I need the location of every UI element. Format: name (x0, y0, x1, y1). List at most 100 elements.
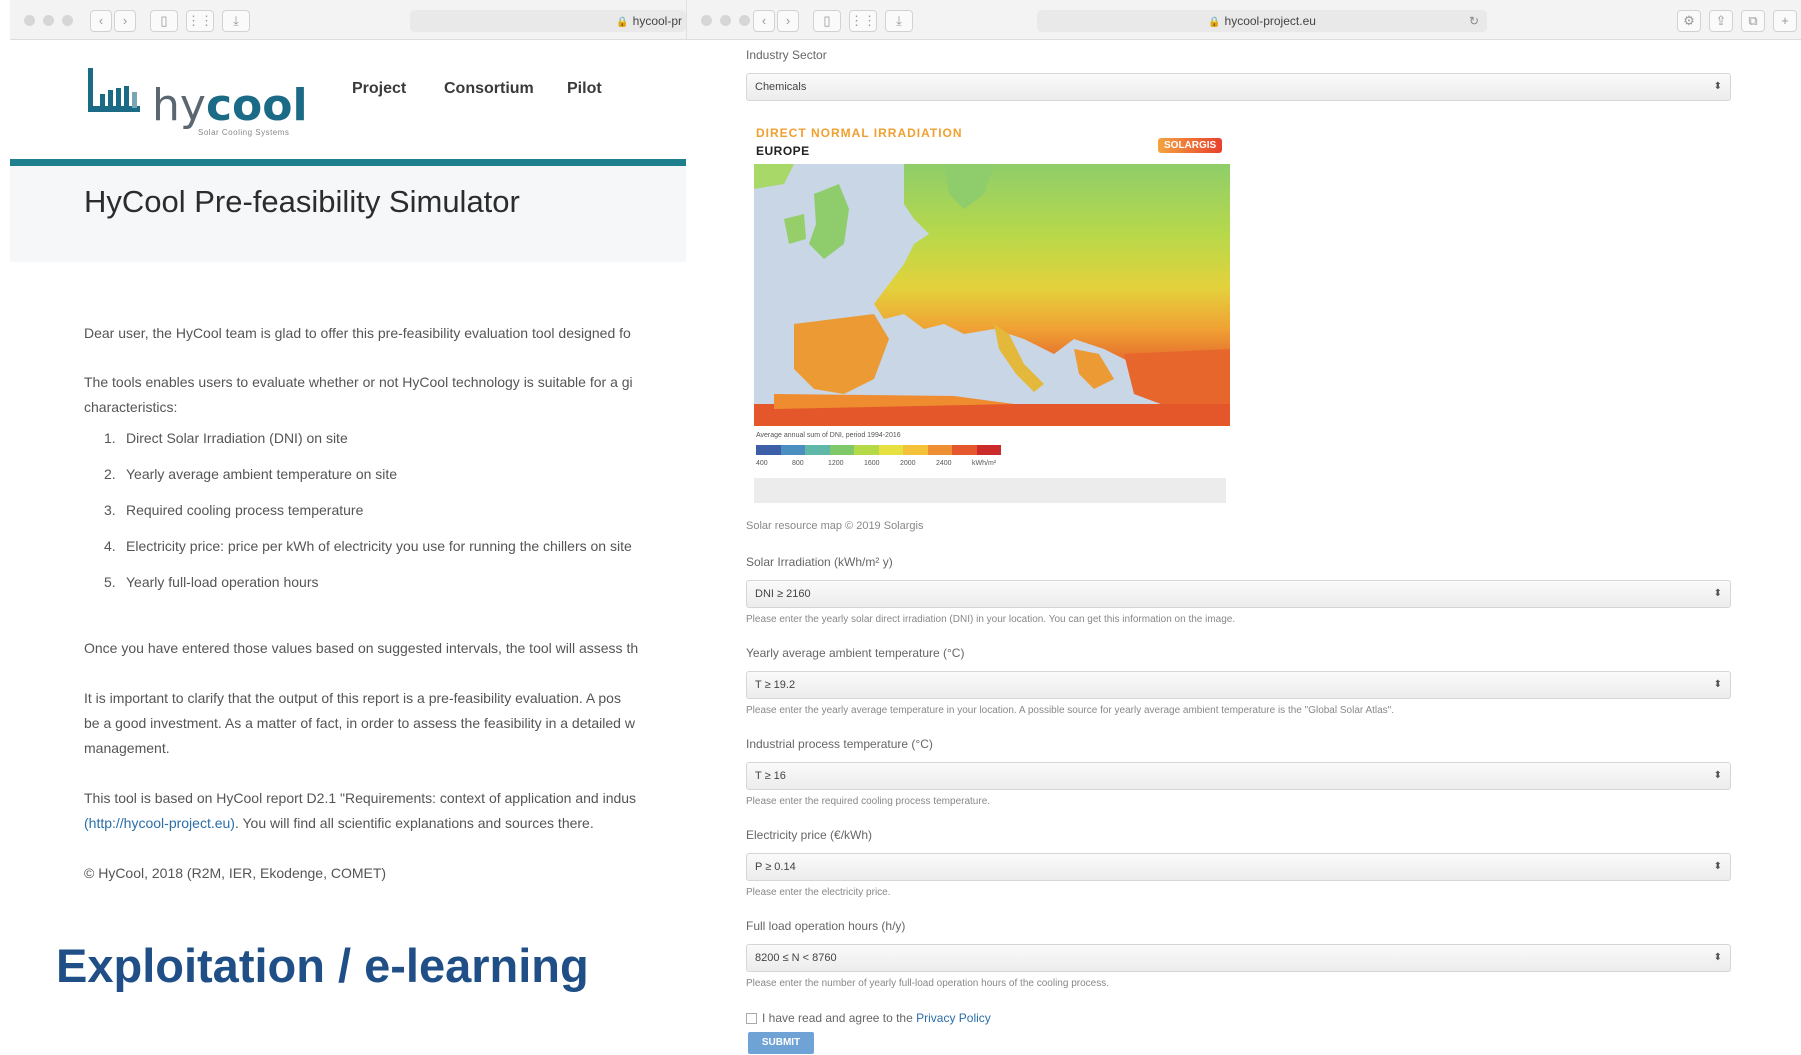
important-text-line1: It is important to clarify that the outp… (84, 690, 621, 706)
address-bar[interactable]: 🔒 hycool-project.eu ↻ (1037, 10, 1487, 32)
ambient-temperature-select[interactable]: T ≥ 19.2 ⬍ (746, 671, 1731, 699)
download-icon[interactable]: ⤓ (222, 10, 250, 32)
ambient-temperature-label: Yearly average ambient temperature (°C) (746, 646, 965, 660)
legend-swatch (756, 445, 781, 455)
process-temperature-label: Industrial process temperature (°C) (746, 737, 933, 751)
tools-text-line2: characteristics: (84, 399, 178, 415)
important-text-line2: be a good investment. As a matter of fac… (84, 715, 635, 731)
tabs-icon[interactable]: ⧉ (1741, 10, 1765, 32)
list-number: 2. (104, 466, 116, 482)
map-subtitle: EUROPE (756, 144, 810, 158)
list-text: Yearly average ambient temperature on si… (126, 466, 398, 482)
download-icon[interactable]: ⤓ (885, 10, 913, 32)
nav-consortium[interactable]: Consortium (444, 80, 534, 98)
list-text: Required cooling process temperature (126, 502, 364, 518)
window-controls (24, 15, 73, 26)
privacy-checkbox[interactable] (746, 1013, 757, 1024)
list-text: Yearly full-load operation hours (126, 574, 319, 590)
process-temperature-select[interactable]: T ≥ 16 ⬍ (746, 762, 1731, 790)
operation-hours-select[interactable]: 8200 ≤ N < 8760 ⬍ (746, 944, 1731, 972)
based-text-line1: This tool is based on HyCool report D2.1… (84, 790, 637, 806)
copyright-text: © HyCool, 2018 (R2M, IER, Ekodenge, COME… (84, 865, 387, 881)
select-arrow-icon: ⬍ (1713, 679, 1722, 690)
legend-swatch (976, 445, 1001, 455)
solar-irradiation-label: Solar Irradiation (kWh/m² y) (746, 555, 893, 569)
reload-icon[interactable]: ↻ (1469, 10, 1479, 32)
close-dot[interactable] (24, 15, 35, 26)
grid-icon[interactable]: ⋮⋮ (186, 10, 214, 32)
industry-select[interactable]: Chemicals ⬍ (746, 73, 1731, 101)
submit-button[interactable]: SUBMIT (748, 1032, 814, 1054)
back-icon[interactable]: ‹ (753, 10, 775, 32)
share-icon[interactable]: ⇪ (1709, 10, 1733, 32)
legend-swatch (805, 445, 830, 455)
right-browser-window: ‹ › ▯ ⋮⋮ ⤓ 🔒 hycool-project.eu ↻ ⚙ ⇪ ⧉ + … (686, 0, 1801, 1055)
logo-tagline: Solar Cooling Systems (198, 128, 290, 137)
electricity-price-select[interactable]: P ≥ 0.14 ⬍ (746, 853, 1731, 881)
select-arrow-icon: ⬍ (1713, 770, 1722, 781)
privacy-policy-link[interactable]: Privacy Policy (916, 1011, 991, 1025)
legend-swatch (927, 445, 952, 455)
logo-bold: cool (205, 80, 308, 131)
dni-map: DIRECT NORMAL IRRADIATION EUROPE SOLARGI… (754, 118, 1234, 503)
grid-icon[interactable]: ⋮⋮ (849, 10, 877, 32)
legend-swatch (903, 445, 928, 455)
logo-prefix: hy (152, 80, 206, 131)
list-item: 2. Yearly average ambient temperature on … (104, 466, 397, 482)
back-icon[interactable]: ‹ (90, 10, 112, 32)
solar-irradiation-help: Please enter the yearly solar direct irr… (746, 614, 1236, 625)
select-arrow-icon: ⬍ (1713, 861, 1722, 872)
map-title: DIRECT NORMAL IRRADIATION (756, 126, 963, 140)
legend-ticks: 400 800 1200 1600 2000 2400 kWh/m² (756, 460, 1008, 467)
list-text: Direct Solar Irradiation (DNI) on site (126, 430, 348, 446)
browser-toolbar: ‹ › ▯ ⋮⋮ ⤓ 🔒 hycool-pr (10, 0, 686, 40)
sidebar-icon[interactable]: ▯ (813, 10, 841, 32)
legend-swatch (780, 445, 805, 455)
legend-swatch (829, 445, 854, 455)
select-arrow-icon: ⬍ (1713, 952, 1722, 963)
address-text: hycool-pr (632, 14, 682, 28)
legend-tick: 1200 (828, 460, 844, 467)
based-text-line2: (http://hycool-project.eu). You will fin… (84, 815, 594, 831)
legend-swatch (878, 445, 903, 455)
factory-logo-icon (88, 68, 140, 112)
legend-tick: 800 (792, 460, 804, 467)
legend-caption: Average annual sum of DNI, period 1994-2… (756, 432, 901, 439)
ambient-temperature-help: Please enter the yearly average temperat… (746, 705, 1395, 716)
solar-irradiation-value: DNI ≥ 2160 (755, 588, 811, 600)
legend-swatch (854, 445, 879, 455)
address-text: hycool-project.eu (1224, 14, 1316, 28)
list-number: 4. (104, 538, 116, 554)
select-arrow-icon: ⬍ (1713, 588, 1722, 599)
maximize-dot[interactable] (62, 15, 73, 26)
lock-icon: 🔒 (1208, 17, 1221, 28)
important-text-line3: management. (84, 740, 170, 756)
minimize-dot[interactable] (720, 15, 731, 26)
close-dot[interactable] (701, 15, 712, 26)
industry-value: Chemicals (755, 81, 807, 93)
process-temperature-help: Please enter the required cooling proces… (746, 796, 991, 807)
address-bar[interactable]: 🔒 hycool-pr (410, 10, 686, 32)
hycool-logo[interactable]: hycool Solar Cooling Systems (86, 62, 316, 142)
based-text-rest: . You will find all scientific explanati… (234, 815, 594, 831)
maximize-dot[interactable] (739, 15, 750, 26)
sidebar-icon[interactable]: ▯ (150, 10, 178, 32)
list-number: 1. (104, 430, 116, 446)
industry-label: Industry Sector (746, 48, 827, 62)
nav-project[interactable]: Project (352, 80, 406, 98)
forward-icon[interactable]: › (777, 10, 799, 32)
map-credit: Solar resource map © 2019 Solargis (746, 520, 924, 532)
forward-icon[interactable]: › (114, 10, 136, 32)
electricity-price-help: Please enter the electricity price. (746, 887, 891, 898)
solar-irradiation-select[interactable]: DNI ≥ 2160 ⬍ (746, 580, 1731, 608)
new-tab-icon[interactable]: + (1773, 10, 1797, 32)
left-browser-window: ‹ › ▯ ⋮⋮ ⤓ 🔒 hycool-pr hycool Solar Cooli… (10, 0, 686, 960)
minimize-dot[interactable] (43, 15, 54, 26)
title-band: HyCool Pre-feasibility Simulator (10, 166, 686, 262)
select-arrow-icon: ⬍ (1713, 81, 1722, 92)
legend-unit: kWh/m² (972, 460, 997, 467)
extension-icon[interactable]: ⚙ (1677, 10, 1701, 32)
hycool-project-link[interactable]: (http://hycool-project.eu) (84, 815, 235, 831)
nav-pilot[interactable]: Pilot (567, 80, 602, 98)
page-title: HyCool Pre-feasibility Simulator (84, 184, 520, 219)
